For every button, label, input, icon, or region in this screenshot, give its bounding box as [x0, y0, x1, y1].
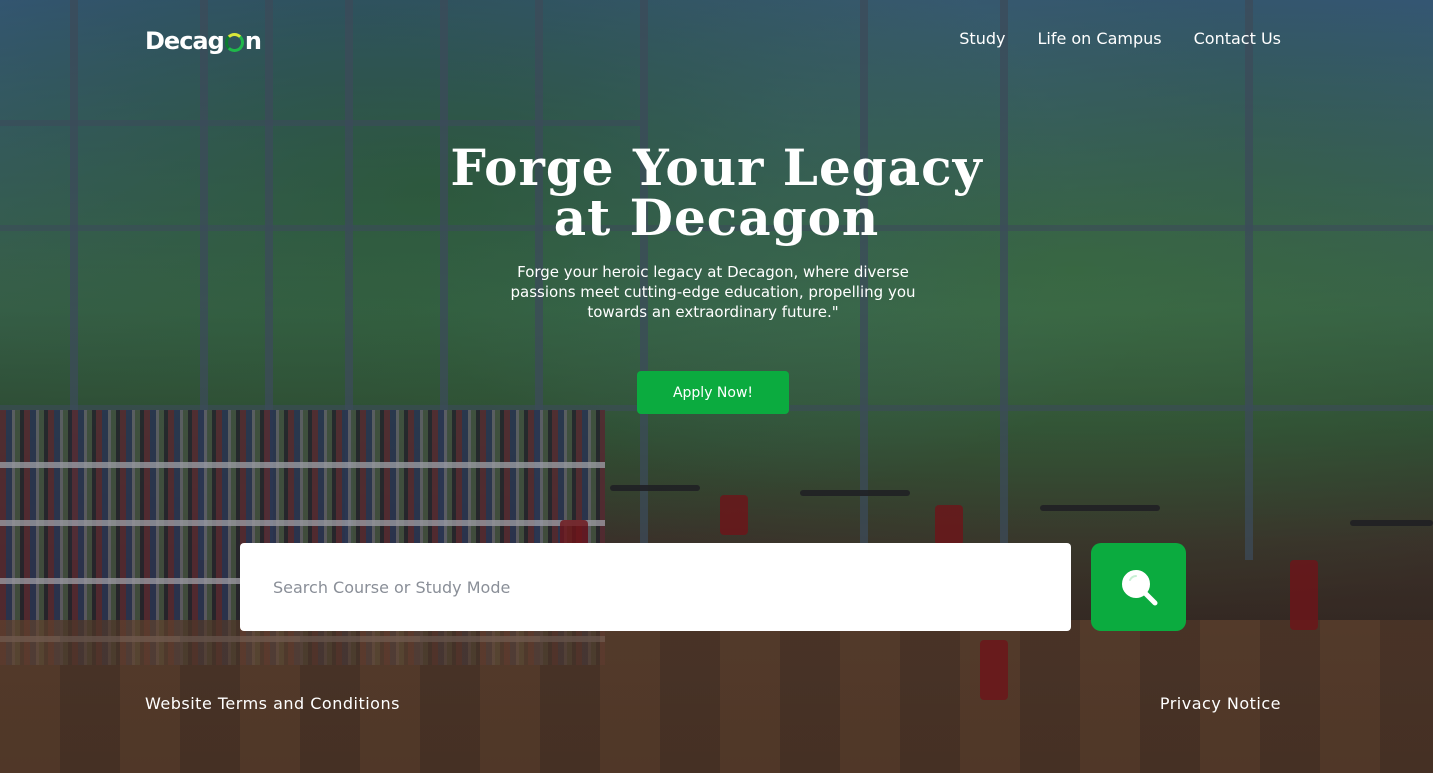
decagon-logo[interactable]: Decag n [145, 27, 262, 55]
privacy-link[interactable]: Privacy Notice [1160, 694, 1281, 713]
nav-item-life-on-campus[interactable]: Life on Campus [1037, 29, 1161, 48]
logo-ring-icon [224, 33, 244, 52]
site-header: Decag n Study Life on Campus Contact Us [0, 0, 1433, 80]
apply-now-button[interactable]: Apply Now! [637, 371, 789, 414]
hero-title-line2: at Decagon [553, 188, 880, 247]
hero-title-line1: Forge Your Legacy [450, 138, 983, 197]
search-button[interactable] [1091, 543, 1186, 631]
hero-subtitle: Forge your heroic legacy at Decagon, whe… [510, 263, 916, 321]
search-icon [1121, 570, 1157, 606]
terms-link[interactable]: Website Terms and Conditions [145, 694, 400, 713]
nav-item-study[interactable]: Study [959, 29, 1005, 48]
search-input[interactable] [240, 543, 1071, 631]
hero-title: Forge Your Legacy at Decagon [0, 143, 1433, 243]
logo-text-start: Decag [145, 27, 225, 55]
main-nav: Study Life on Campus Contact Us [959, 29, 1281, 48]
logo-text-end: n [244, 27, 262, 55]
nav-item-contact-us[interactable]: Contact Us [1194, 29, 1281, 48]
